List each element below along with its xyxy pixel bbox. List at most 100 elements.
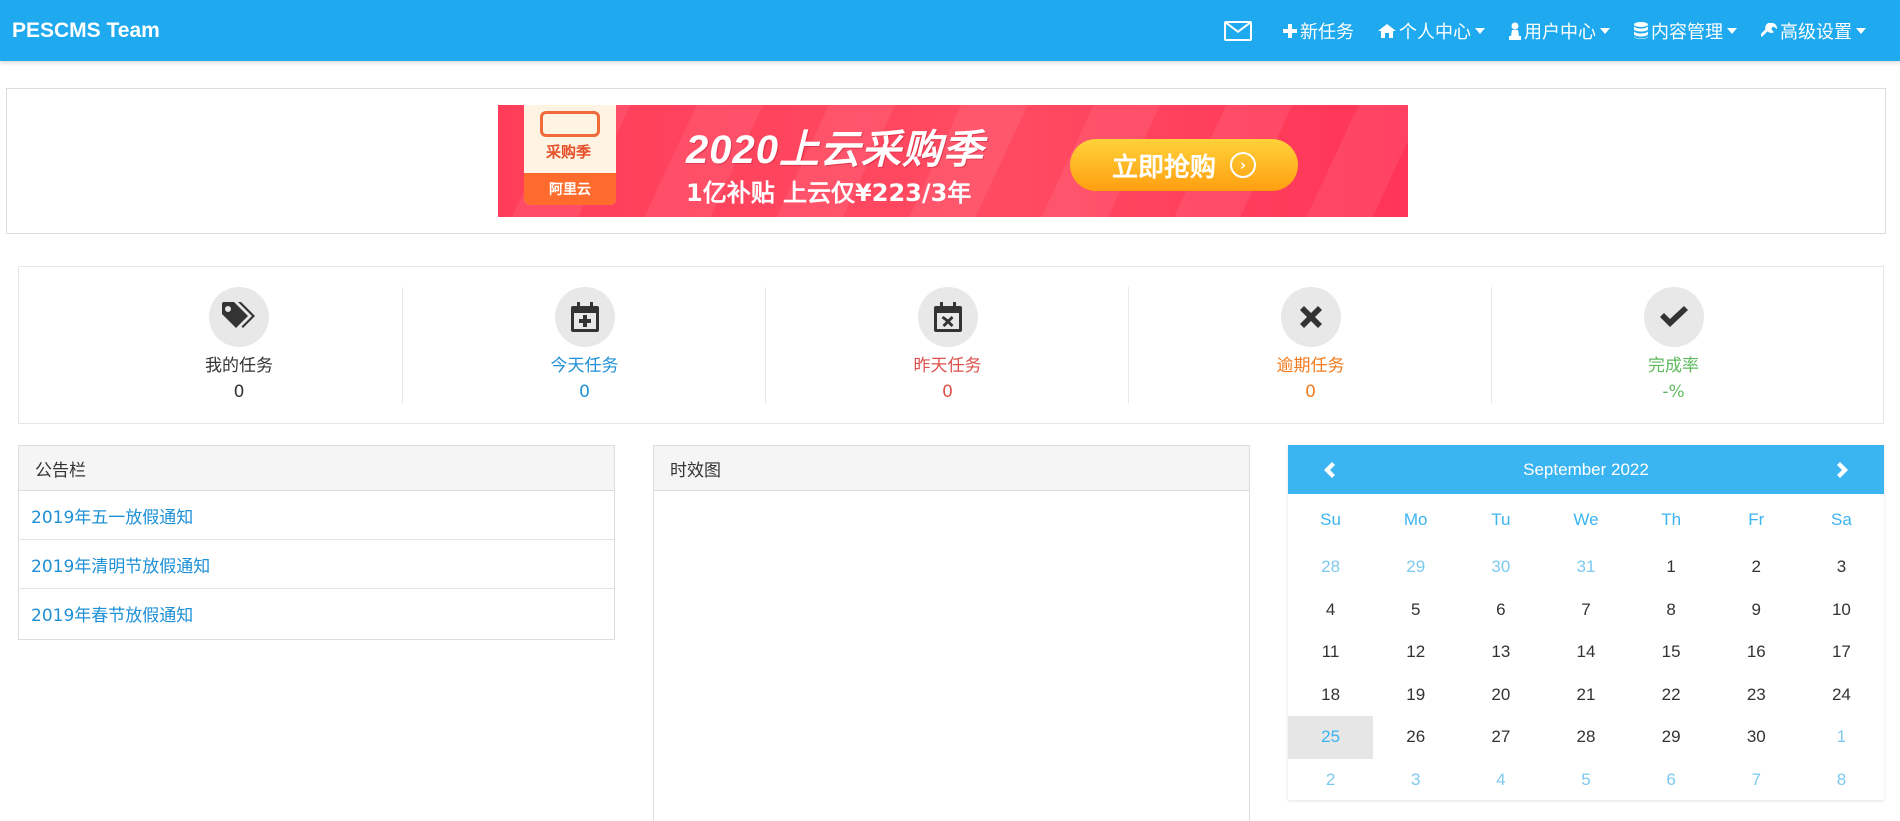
stat-icon-circle (554, 287, 615, 347)
calendar-day[interactable]: 4 (1458, 759, 1543, 802)
envelope-icon (1224, 20, 1252, 41)
stat-value: -% (1662, 382, 1685, 402)
caret-down-icon (1856, 27, 1866, 34)
stat-overdue-tasks[interactable]: 逾期任务 0 (1128, 287, 1492, 403)
calendar-day[interactable]: 4 (1288, 589, 1373, 632)
calendar-day[interactable]: 28 (1288, 546, 1373, 589)
stat-icon-circle (1643, 287, 1704, 347)
notice-board-panel: 公告栏 2019年五一放假通知 2019年清明节放假通知 2019年春节放假通知 (18, 445, 615, 640)
new-task-label: 新任务 (1300, 21, 1354, 43)
calendar-weekday: Th (1661, 510, 1682, 529)
home-icon (1378, 23, 1396, 38)
calendar-day[interactable]: 1 (1629, 546, 1714, 589)
stat-my-tasks[interactable]: 我的任务 0 (57, 287, 421, 403)
calendar-day[interactable]: 20 (1458, 674, 1543, 717)
calendar-next-button[interactable] (1832, 460, 1852, 480)
logo-emblem (540, 111, 600, 137)
calendar-day[interactable]: 8 (1799, 759, 1884, 802)
calendar-day[interactable]: 30 (1714, 716, 1799, 759)
calendar-weekday: Tu (1491, 510, 1511, 529)
notice-board-title: 公告栏 (19, 446, 614, 491)
stat-completion-rate[interactable]: 完成率 -% (1491, 287, 1855, 403)
caret-down-icon (1600, 27, 1610, 34)
stat-icon-circle (209, 287, 269, 347)
calendar-header: September 2022 (1288, 445, 1884, 494)
calendar-day[interactable]: 29 (1373, 546, 1458, 589)
calendar-day[interactable]: 29 (1629, 716, 1714, 759)
wrench-icon (1761, 22, 1777, 37)
calendar-day[interactable]: 26 (1373, 716, 1458, 759)
calendar-day[interactable]: 30 (1458, 546, 1543, 589)
stat-today-tasks[interactable]: 今天任务 0 (402, 287, 766, 403)
buy-now-button[interactable]: 立即抢购 › (1070, 139, 1298, 191)
calendar-days: 28 29 30 31 1 2 3 4 5 6 7 8 9 10 11 12 13 14 15 16 17 18 19 20 2… (1288, 546, 1884, 801)
new-task-button[interactable]: 新任务 (1271, 0, 1366, 61)
calendar-plus-icon (570, 302, 599, 332)
times-icon (1299, 306, 1322, 328)
stat-yesterday-tasks[interactable]: 昨天任务 0 (765, 287, 1129, 403)
stat-label: 昨天任务 (913, 356, 982, 376)
calendar-day[interactable]: 16 (1714, 631, 1799, 674)
calendar-day[interactable]: 6 (1458, 589, 1543, 632)
caret-down-icon (1727, 27, 1737, 34)
mail-button[interactable] (1208, 0, 1271, 61)
calendar-day[interactable]: 3 (1373, 759, 1458, 802)
calendar-day[interactable]: 21 (1543, 674, 1628, 717)
efficiency-chart-title: 时效图 (654, 446, 1249, 491)
advanced-settings-menu[interactable]: 高级设置 (1749, 0, 1878, 61)
calendar-day[interactable]: 19 (1373, 674, 1458, 717)
calendar-day-today[interactable]: 25 (1288, 716, 1374, 759)
calendar-day[interactable]: 1 (1799, 716, 1884, 759)
calendar-day[interactable]: 11 (1288, 631, 1373, 674)
calendar-day[interactable]: 5 (1543, 759, 1628, 802)
calendar-day[interactable]: 7 (1543, 589, 1628, 632)
chevron-right-icon (1836, 461, 1848, 478)
stat-value: 0 (579, 382, 590, 402)
user-center-menu[interactable]: 用户中心 (1497, 0, 1622, 61)
calendar-day[interactable]: 24 (1799, 674, 1884, 717)
calendar-weekday: We (1573, 510, 1599, 529)
stat-icon-circle (1280, 287, 1341, 347)
banner-title: 2020上云采购季 (686, 128, 984, 172)
calendar-weekdays: Su Mo Tu We Th Fr Sa (1288, 494, 1884, 546)
calendar-day[interactable]: 14 (1543, 631, 1628, 674)
efficiency-chart-panel: 时效图 (653, 445, 1250, 821)
calendar-day[interactable]: 15 (1629, 631, 1714, 674)
calendar-day[interactable]: 31 (1543, 546, 1628, 589)
calendar-day[interactable]: 8 (1629, 589, 1714, 632)
calendar-month-title[interactable]: September 2022 (1523, 460, 1649, 480)
calendar-day[interactable]: 7 (1714, 759, 1799, 802)
calendar-day[interactable]: 23 (1714, 674, 1799, 717)
calendar-day[interactable]: 3 (1799, 546, 1884, 589)
ad-banner[interactable]: 采购季 阿里云 2020上云采购季 1亿补贴 上云仅¥223/3年 立即抢购 › (498, 105, 1408, 217)
calendar-day[interactable]: 18 (1288, 674, 1373, 717)
calendar-day[interactable]: 2 (1714, 546, 1799, 589)
calendar-day[interactable]: 2 (1288, 759, 1373, 802)
calendar-day[interactable]: 6 (1629, 759, 1714, 802)
content-management-menu[interactable]: 内容管理 (1622, 0, 1749, 61)
calendar-day[interactable]: 28 (1543, 716, 1628, 759)
calendar-day[interactable]: 13 (1458, 631, 1543, 674)
notice-link[interactable]: 2019年春节放假通知 (19, 589, 614, 638)
calendar-day[interactable]: 5 (1373, 589, 1458, 632)
calendar-day[interactable]: 27 (1458, 716, 1543, 759)
brand-logo[interactable]: PESCMS Team (12, 19, 160, 43)
logo-text: 采购季 (546, 143, 592, 161)
task-stats-panel: 我的任务 0 今天任务 0 昨天任务 0 逾期任务 0 完成率 -% (18, 266, 1884, 424)
caret-down-icon (1475, 27, 1485, 34)
personal-center-menu[interactable]: 个人中心 (1366, 0, 1497, 61)
notice-link[interactable]: 2019年清明节放假通知 (19, 540, 614, 589)
calendar-day[interactable]: 9 (1714, 589, 1799, 632)
plus-icon (1283, 23, 1297, 38)
database-icon (1634, 22, 1648, 39)
notice-link[interactable]: 2019年五一放假通知 (19, 491, 614, 540)
calendar-day[interactable]: 17 (1799, 631, 1884, 674)
stat-value: 0 (233, 382, 245, 402)
calendar-prev-button[interactable] (1320, 460, 1340, 480)
nav-menu: 新任务 个人中心 用户中心 内容管理 高级设置 (1208, 0, 1878, 61)
calendar-day[interactable]: 22 (1629, 674, 1714, 717)
advanced-settings-label: 高级设置 (1780, 21, 1852, 43)
calendar-day[interactable]: 12 (1373, 631, 1458, 674)
calendar-day[interactable]: 10 (1799, 589, 1884, 632)
buy-now-label: 立即抢购 (1111, 152, 1216, 183)
